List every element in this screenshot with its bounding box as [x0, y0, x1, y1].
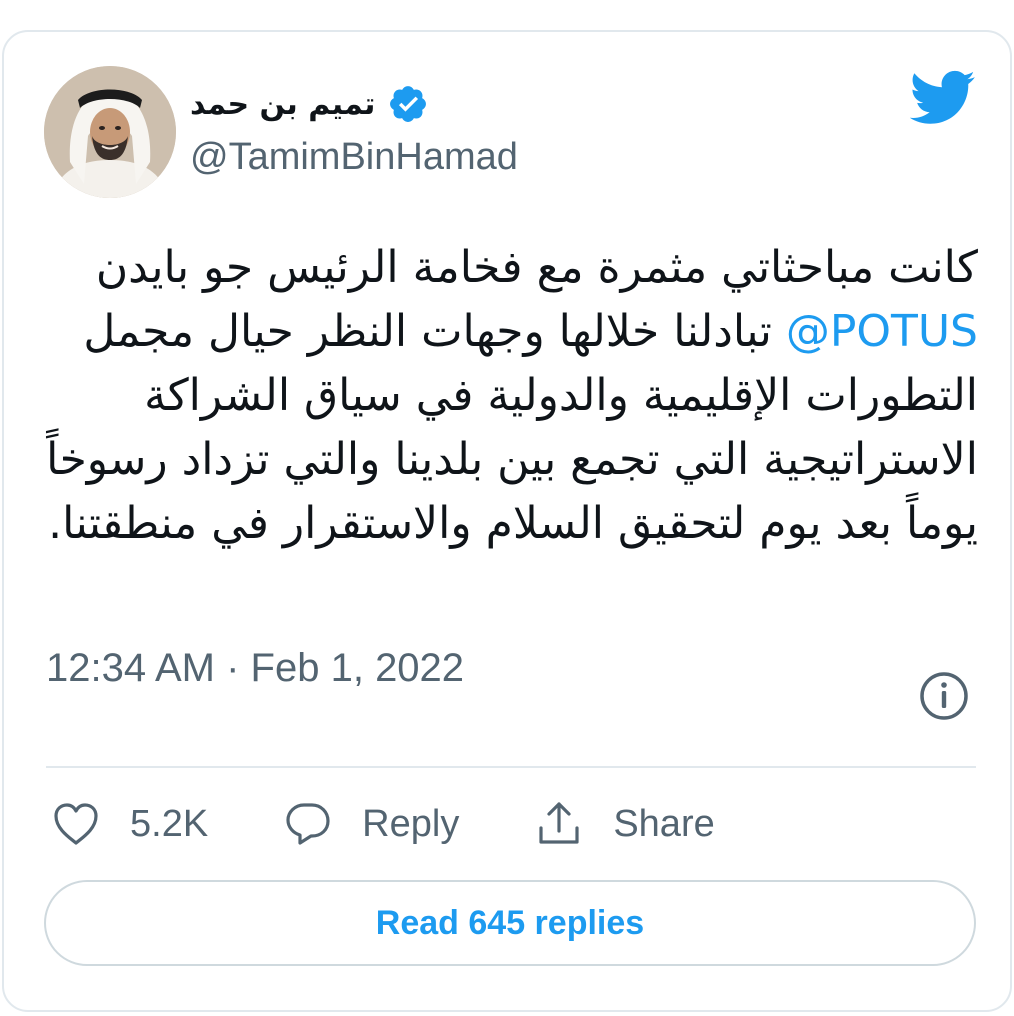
speech-bubble-icon: [286, 803, 330, 845]
like-button[interactable]: 5.2K: [50, 798, 208, 850]
tweet-text-part1: كانت مباحثاتي مثمرة مع فخامة الرئيس جو ب…: [95, 242, 978, 293]
heart-icon: [54, 803, 98, 845]
share-upload-icon: [539, 802, 579, 844]
author-display-name[interactable]: تميم بن حمد: [190, 87, 375, 122]
tweet-text: كانت مباحثاتي مثمرة مع فخامة الرئيس جو ب…: [40, 236, 978, 556]
tweet-timestamp[interactable]: 12:34 AM · Feb 1, 2022: [46, 640, 476, 696]
author-handle[interactable]: @TamimBinHamad: [190, 136, 518, 179]
twitter-bird-icon[interactable]: [909, 70, 976, 126]
mention-link[interactable]: @POTUS: [786, 306, 978, 357]
divider: [46, 766, 976, 768]
tweet-actions: 5.2K Reply Share: [50, 796, 789, 852]
like-count: 5.2K: [130, 802, 209, 845]
share-button[interactable]: Share: [533, 798, 715, 850]
author-name-row[interactable]: تميم بن حمد: [190, 80, 429, 128]
info-icon[interactable]: [918, 670, 970, 722]
reply-button[interactable]: Reply: [282, 798, 459, 850]
avatar[interactable]: [44, 66, 176, 198]
share-label: Share: [613, 802, 715, 845]
verified-badge-icon: [387, 83, 429, 125]
read-replies-button[interactable]: Read 645 replies: [44, 880, 976, 966]
reply-label: Reply: [362, 802, 460, 845]
